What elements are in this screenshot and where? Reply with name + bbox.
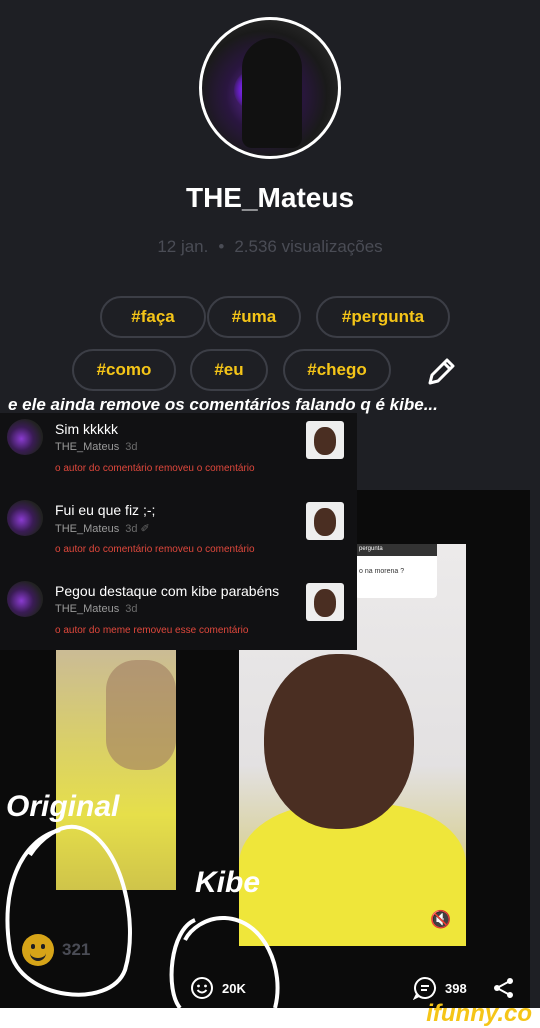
comment-avatar [7, 500, 43, 536]
comment-age: 3d [125, 603, 138, 615]
comment-icon [413, 977, 436, 1000]
comment-removed-notice: o autor do meme removeu esse comentário [55, 625, 249, 636]
avatar-figure [242, 38, 302, 148]
comment-meta: THE_Mateus 3d ✐ [55, 522, 150, 535]
profile-username[interactable]: THE_Mateus [0, 182, 540, 214]
smile-icon [191, 977, 213, 999]
comment-user: THE_Mateus [55, 603, 120, 615]
comments-panel: Sim kkkkk THE_Mateus 3d o autor do coment… [0, 413, 357, 650]
comment-user: THE_Mateus [55, 441, 120, 453]
comment-meta: THE_Mateus 3d [55, 603, 137, 615]
post-date: 12 jan. [157, 237, 209, 256]
tag-eu[interactable]: #eu [190, 349, 268, 391]
comment-text: Sim kkkkk [55, 421, 118, 437]
tag-uma[interactable]: #uma [207, 296, 301, 338]
tag-chego[interactable]: #chego [283, 349, 391, 391]
comment-avatar [7, 581, 43, 617]
post-meta: 12 jan. • 2.536 visualizações [0, 237, 540, 257]
comment-item: Fui eu que fiz ;-; THE_Mateus 3d ✐ o auto… [0, 494, 357, 572]
comment-removed-notice: o autor do comentário removeu o comentár… [55, 544, 255, 555]
comment-text: Fui eu que fiz ;-; [55, 502, 156, 518]
comment-age: 3d ✐ [125, 523, 150, 535]
question-header: pergunta [355, 544, 437, 556]
tag-como[interactable]: #como [72, 349, 176, 391]
comments-button[interactable]: 398 [413, 976, 467, 1000]
comment-removed-notice: o autor do comentário removeu o comentár… [55, 463, 255, 474]
page-edge [530, 500, 540, 1008]
comment-user: THE_Mateus [55, 523, 120, 535]
pencil-icon[interactable] [424, 355, 458, 389]
smile-count: 20K [222, 980, 246, 996]
original-video-arm [106, 660, 176, 770]
post-views: 2.536 visualizações [234, 237, 383, 256]
question-popup: pergunta o na morena ? [355, 544, 437, 598]
tag-faca[interactable]: #faça [100, 296, 206, 338]
smile-button[interactable]: 20K [190, 976, 246, 1000]
mute-icon[interactable]: 🔇 [430, 910, 451, 930]
meme-caption: e ele ainda remove os comentários faland… [8, 395, 438, 414]
comment-avatar [7, 419, 43, 455]
meta-separator: • [218, 237, 225, 256]
comment-thumbnail [306, 502, 344, 540]
smile-reaction-left[interactable]: 321 [22, 934, 90, 966]
tag-pergunta[interactable]: #pergunta [316, 296, 450, 338]
left-smile-count: 321 [62, 940, 91, 959]
ifunny-watermark: ifunny.co [426, 1000, 532, 1027]
comment-count: 398 [445, 980, 467, 996]
smile-icon [22, 934, 54, 966]
drawn-circles [5, 824, 280, 1008]
comment-text: Pegou destaque com kibe parabéns [55, 583, 280, 599]
label-kibe: Kibe [195, 866, 261, 899]
share-icon[interactable] [493, 977, 515, 999]
comment-meta: THE_Mateus 3d [55, 441, 137, 453]
label-original: Original [6, 790, 120, 823]
profile-avatar[interactable] [199, 17, 341, 159]
comment-thumbnail [306, 583, 344, 621]
comment-thumbnail [306, 421, 344, 459]
comment-age: 3d [125, 441, 138, 453]
question-text: o na morena ? [359, 568, 405, 575]
comment-item: Pegou destaque com kibe parabéns THE_Mat… [0, 575, 357, 653]
comment-item: Sim kkkkk THE_Mateus 3d o autor do coment… [0, 413, 357, 491]
